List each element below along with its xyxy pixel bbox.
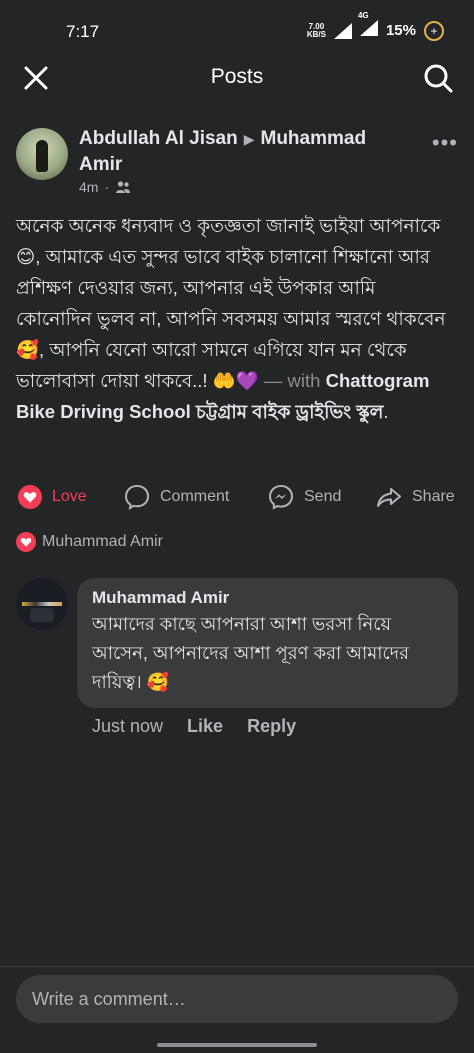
avatar-figure	[36, 140, 48, 172]
post-author-line: Abdullah Al Jisan ▶ Muhammad Amir	[79, 126, 399, 177]
comment-like-button[interactable]: Like	[187, 716, 223, 737]
send-label: Send	[304, 488, 342, 505]
signal-icon	[359, 20, 378, 36]
comment-input[interactable]	[16, 975, 458, 1023]
friends-icon	[116, 181, 131, 193]
post-actions: Love Comment Send Share	[0, 477, 474, 517]
reactor-name: Muhammad Amir	[42, 533, 163, 550]
post-time[interactable]: 4m	[79, 179, 98, 195]
share-label: Share	[412, 488, 455, 505]
search-icon[interactable]	[422, 62, 454, 94]
comment-author[interactable]: Muhammad Amir	[92, 586, 443, 610]
network-speed-unit: KB/S	[306, 29, 326, 39]
send-button[interactable]: Send	[268, 477, 341, 517]
love-reaction-icon	[18, 485, 42, 509]
post-text: অনেক অনেক ধন্যবাদ ও কৃতজ্ঞতা জানাই ভাইয়…	[16, 210, 456, 427]
composer-divider	[0, 966, 474, 967]
love-button[interactable]: Love	[18, 477, 87, 517]
top-app-bar: Posts	[0, 52, 474, 102]
love-reaction-icon	[16, 532, 36, 552]
share-button[interactable]: Share	[376, 477, 455, 517]
comment-text: আমাদের কাছে আপনারা আশা ভরসা নিয়ে আসেন, …	[92, 614, 410, 692]
post-meta: 4m ·	[79, 179, 131, 195]
comment-button[interactable]: Comment	[124, 477, 229, 517]
network-type: 4G	[357, 11, 369, 20]
comment-icon	[124, 484, 150, 510]
status-icons: 7.00 KB/S 4G 15% +	[306, 11, 444, 41]
more-options-icon[interactable]: •••	[432, 130, 458, 156]
post-message: অনেক অনেক ধন্যবাদ ও কৃতজ্ঞতা জানাই ভাইয়…	[16, 215, 446, 391]
lte-signal: 4G	[358, 11, 378, 41]
commenter-avatar[interactable]	[16, 578, 68, 630]
post-author[interactable]: Abdullah Al Jisan	[79, 128, 238, 149]
arrow-right-icon: ▶	[243, 131, 255, 147]
comment-label: Comment	[160, 488, 230, 505]
messenger-icon	[268, 484, 294, 510]
page-title: Posts	[210, 65, 264, 88]
comment-time: Just now	[92, 716, 164, 736]
network-speed: 7.00 KB/S	[306, 22, 326, 39]
post-header: Abdullah Al Jisan ▶ Muhammad Amir 4m · •••	[16, 126, 458, 198]
share-icon	[377, 488, 401, 507]
home-indicator[interactable]	[157, 1043, 317, 1047]
comment-bubble[interactable]: Muhammad Amir আমাদের কাছে আপনারা আশা ভরস…	[77, 578, 458, 708]
battery-saver-icon: +	[424, 20, 444, 41]
battery-level: 15%	[385, 22, 416, 39]
status-time: 7:17	[66, 22, 100, 41]
reactions-summary[interactable]: Muhammad Amir	[16, 532, 163, 552]
comment-reply-button[interactable]: Reply	[247, 716, 296, 737]
place-end: .	[383, 401, 389, 422]
avatar-lights	[22, 602, 62, 606]
dot-separator: ·	[104, 179, 110, 195]
author-avatar[interactable]	[16, 128, 68, 180]
with-label: — with	[263, 370, 321, 391]
avatar-bike	[30, 608, 54, 622]
love-label: Love	[52, 488, 87, 505]
signal-icon	[333, 22, 352, 39]
comment-actions: Just now Like Reply	[92, 716, 296, 737]
